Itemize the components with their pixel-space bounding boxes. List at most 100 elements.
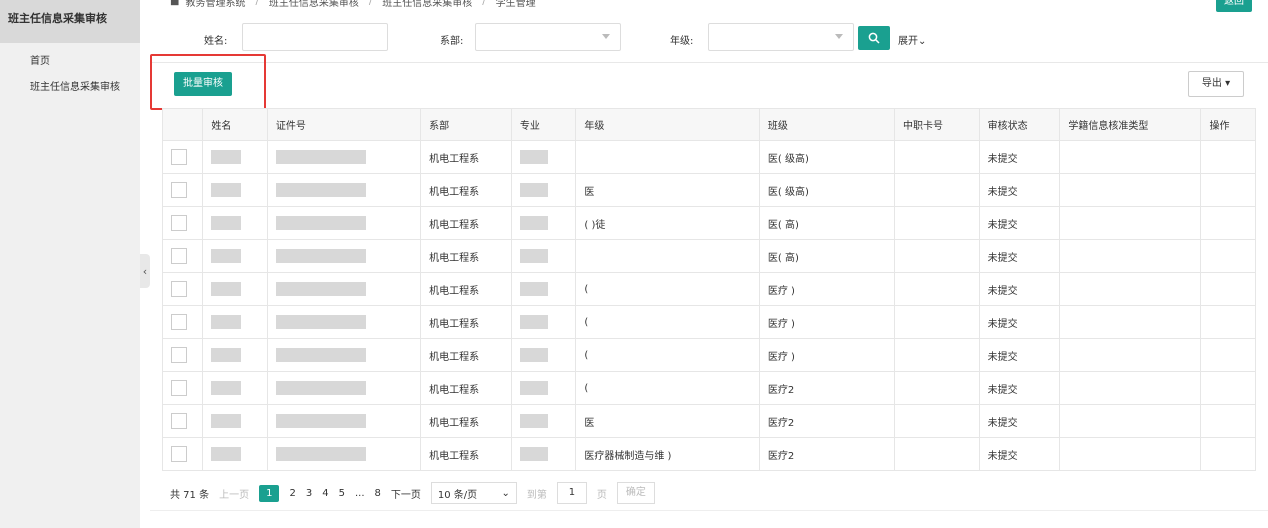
row-checkbox[interactable] bbox=[171, 380, 187, 396]
table-cell bbox=[893, 404, 980, 438]
row-checkbox[interactable] bbox=[171, 413, 187, 429]
row-checkbox[interactable] bbox=[171, 347, 187, 363]
redacted-id bbox=[275, 315, 366, 329]
table-cell bbox=[1059, 140, 1202, 174]
breadcrumb-item[interactable]: 班主任信息采集审核 bbox=[382, 0, 472, 9]
table-cell bbox=[893, 239, 980, 273]
table-cell bbox=[202, 305, 268, 339]
cell-status: 未提交 bbox=[978, 173, 1061, 207]
table-cell bbox=[202, 140, 268, 174]
table-cell bbox=[510, 404, 577, 438]
table-cell bbox=[202, 206, 268, 240]
grade-label: 年级: bbox=[670, 36, 694, 47]
cell-class: 医( 级高) bbox=[758, 140, 895, 174]
cell-class: 医疗 ) bbox=[758, 305, 895, 339]
export-button[interactable]: 导出 ▾ bbox=[1188, 71, 1244, 97]
page-number[interactable]: 8 bbox=[375, 488, 381, 499]
page-number[interactable]: 4 bbox=[322, 488, 328, 499]
redacted-id bbox=[275, 381, 366, 395]
table-cell bbox=[161, 371, 204, 405]
cell-grade: ( )徒 bbox=[575, 206, 760, 240]
table-cell bbox=[202, 371, 268, 405]
column-header bbox=[161, 108, 204, 141]
row-checkbox[interactable] bbox=[171, 182, 187, 198]
table-cell bbox=[266, 338, 422, 372]
table-cell bbox=[202, 338, 268, 372]
redacted-id bbox=[275, 216, 366, 230]
table-cell bbox=[202, 437, 268, 471]
row-checkbox[interactable] bbox=[171, 248, 187, 264]
row-checkbox[interactable] bbox=[171, 215, 187, 231]
cell-dept: 机电工程系 bbox=[420, 338, 512, 372]
table-cell bbox=[510, 437, 577, 471]
table-cell bbox=[1059, 206, 1202, 240]
breadcrumb-item[interactable]: 教务管理系统 bbox=[185, 0, 245, 9]
breadcrumb-item[interactable]: 班主任信息采集审核 bbox=[269, 0, 359, 9]
redacted-id bbox=[275, 348, 366, 362]
table-row: 机电工程系 医医疗2 未提交 bbox=[161, 404, 1256, 438]
name-input[interactable] bbox=[242, 23, 388, 51]
goto-label: 到第 bbox=[526, 489, 547, 501]
redacted-major bbox=[519, 414, 548, 428]
next-page-button[interactable]: 下一页 bbox=[391, 486, 421, 501]
row-checkbox[interactable] bbox=[171, 149, 187, 165]
redacted-major bbox=[519, 249, 548, 263]
goto-confirm-button[interactable]: 确定 bbox=[616, 482, 655, 504]
table-cell bbox=[161, 272, 204, 306]
sidebar-title: 班主任信息采集审核 bbox=[0, 0, 140, 43]
cell-status: 未提交 bbox=[978, 272, 1061, 306]
cell-dept: 机电工程系 bbox=[420, 239, 512, 273]
table-cell bbox=[1200, 338, 1256, 372]
column-header: 审核状态 bbox=[978, 108, 1061, 141]
sidebar-item-review[interactable]: 班主任信息采集审核 bbox=[0, 75, 140, 101]
cell-status: 未提交 bbox=[978, 305, 1061, 339]
table-cell bbox=[1059, 404, 1202, 438]
page-number[interactable]: 2 bbox=[289, 488, 295, 499]
table-cell bbox=[893, 371, 980, 405]
sidebar-item-home[interactable]: 首页 bbox=[0, 49, 140, 75]
name-label: 姓名: bbox=[204, 36, 228, 47]
goto-page-input[interactable]: 1 bbox=[556, 482, 587, 504]
row-checkbox[interactable] bbox=[171, 281, 187, 297]
redacted-major bbox=[519, 348, 548, 362]
batch-review-button[interactable]: 批量审核 bbox=[174, 72, 232, 96]
table-row: 机电工程系 (医疗 ) 未提交 bbox=[161, 305, 1256, 339]
redacted-id bbox=[275, 414, 366, 428]
pagination: 共 71 条 上一页 1 2 3 4 5 ... 8 下一页 10 条/页 ⌄ … bbox=[170, 482, 655, 504]
search-icon bbox=[868, 32, 880, 44]
table-row: 机电工程系 (医疗 ) 未提交 bbox=[161, 272, 1256, 306]
sidebar-collapse-handle[interactable]: ‹ bbox=[140, 254, 150, 288]
table-cell bbox=[1059, 305, 1202, 339]
row-checkbox[interactable] bbox=[171, 446, 187, 462]
redacted-name bbox=[211, 150, 242, 164]
total-count: 共 71 条 bbox=[170, 489, 210, 501]
table-cell bbox=[510, 272, 577, 306]
page-number[interactable]: 1 bbox=[259, 484, 280, 502]
cell-dept: 机电工程系 bbox=[420, 272, 512, 306]
expand-toggle[interactable]: 展开⌄ bbox=[898, 32, 926, 47]
table-cell bbox=[510, 140, 577, 174]
page-size-select[interactable]: 10 条/页 ⌄ bbox=[430, 482, 517, 504]
grade-select[interactable] bbox=[708, 23, 854, 51]
page-number[interactable]: 3 bbox=[306, 488, 312, 499]
cell-dept: 机电工程系 bbox=[420, 404, 512, 438]
row-checkbox[interactable] bbox=[171, 314, 187, 330]
chevron-down-icon: ⌄ bbox=[501, 487, 510, 499]
table-cell bbox=[202, 404, 268, 438]
table-cell bbox=[202, 239, 268, 273]
table-cell bbox=[266, 239, 422, 273]
search-button[interactable] bbox=[858, 26, 890, 50]
column-header: 证件号 bbox=[266, 108, 422, 141]
cell-dept: 机电工程系 bbox=[420, 140, 512, 174]
caret-down-icon bbox=[835, 34, 843, 39]
table-cell bbox=[893, 206, 980, 240]
back-button[interactable]: 返回 bbox=[1216, 0, 1252, 12]
prev-page-button[interactable]: 上一页 bbox=[219, 486, 249, 501]
dept-select[interactable] bbox=[475, 23, 621, 51]
cell-class: 医疗2 bbox=[758, 404, 895, 438]
search-form: 姓名: 系部: 年级: 展开⌄ bbox=[150, 22, 1268, 54]
caret-down-icon bbox=[602, 34, 610, 39]
redacted-name bbox=[211, 381, 242, 395]
page-number[interactable]: 5 bbox=[339, 488, 345, 499]
redacted-major bbox=[519, 183, 548, 197]
